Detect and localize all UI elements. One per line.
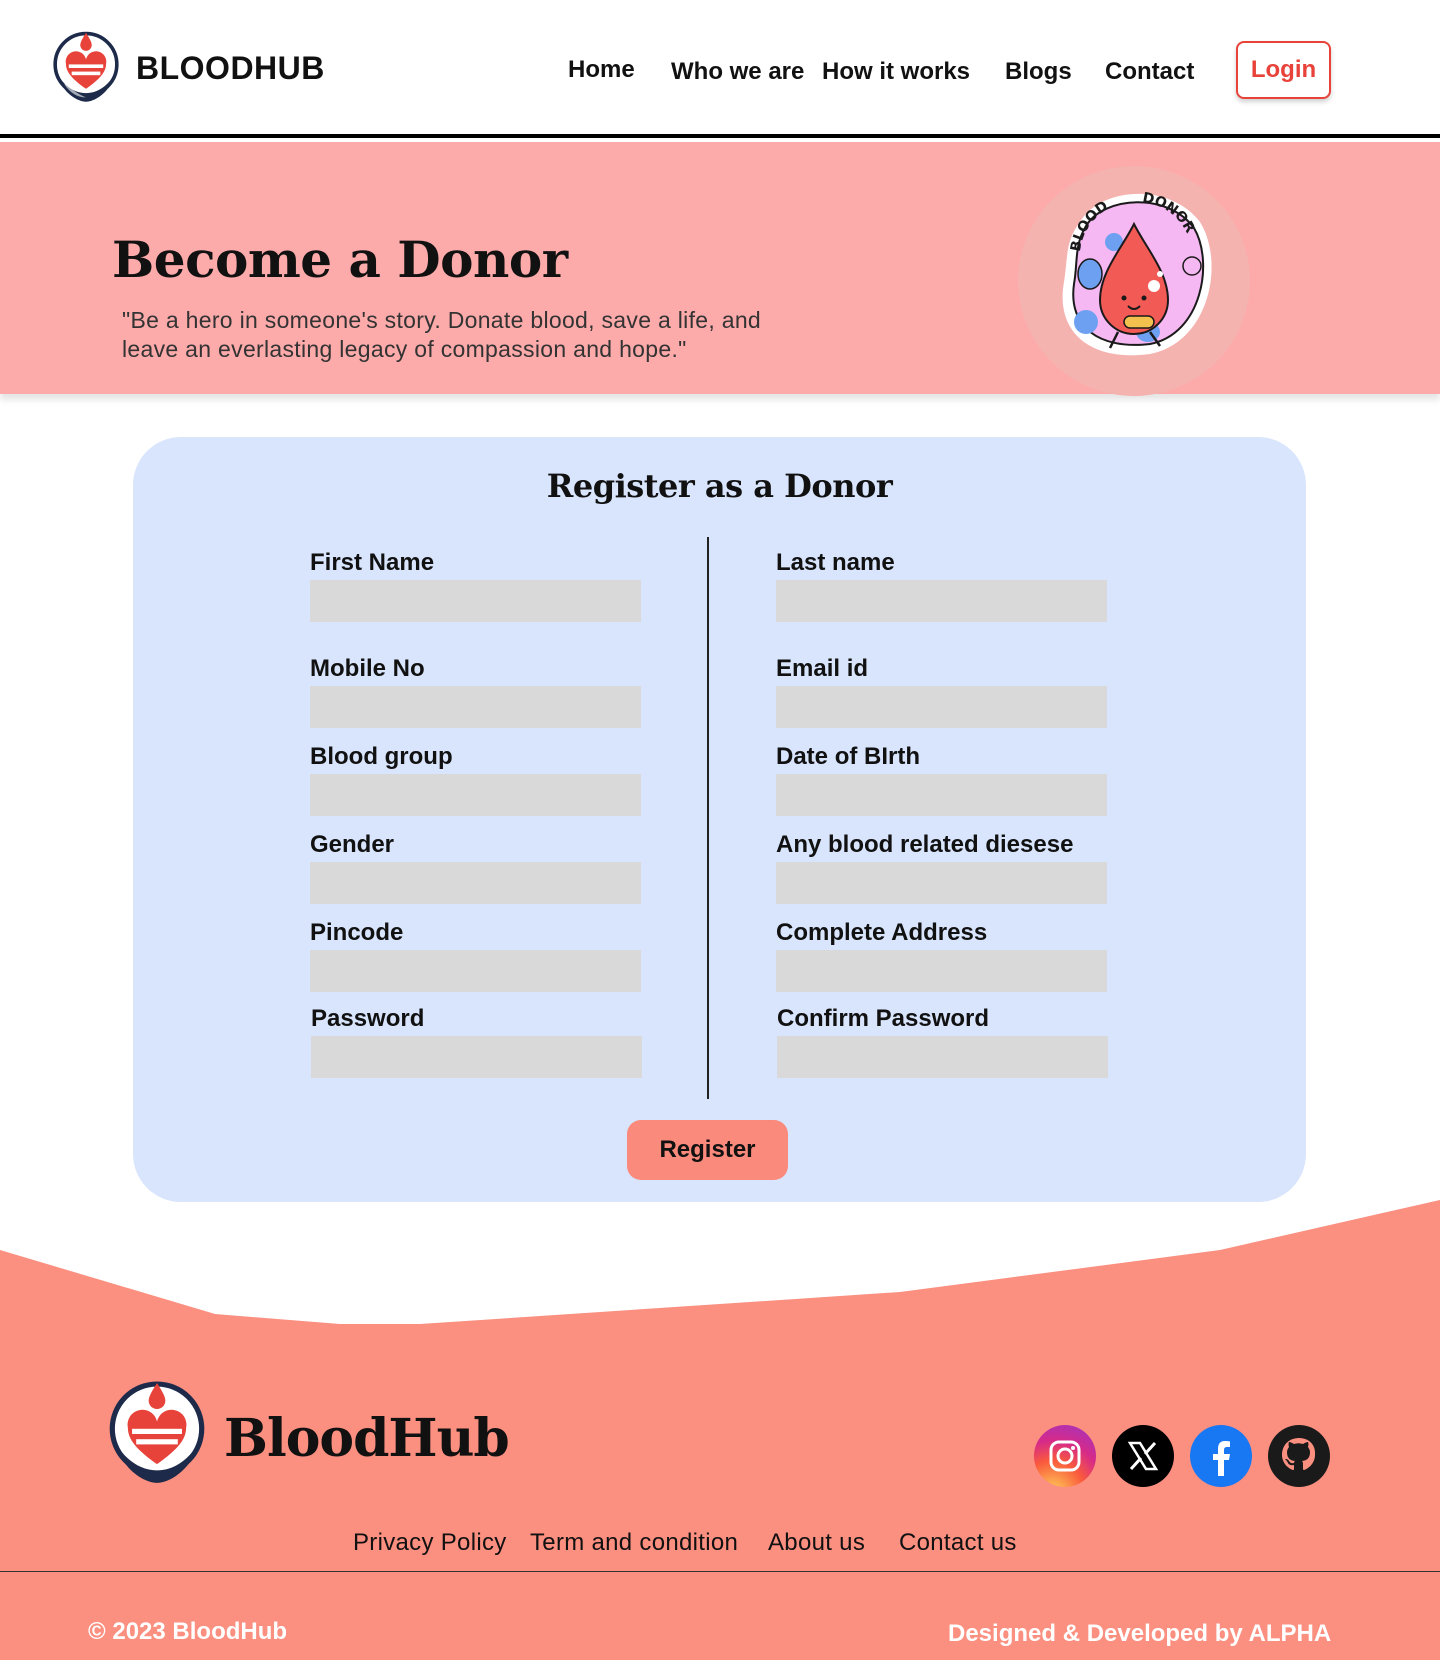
blood-group-field[interactable] [310,774,641,816]
gender-label: Gender [310,831,395,858]
register-title: Register as a Donor [546,467,893,505]
complete-address-label: Complete Address [776,919,988,946]
date-of-birth-label: Date of BIrth [776,743,920,770]
nav-how-it-works[interactable]: How it works [822,58,970,86]
complete-address-field[interactable] [776,950,1107,992]
gender-field[interactable] [310,862,641,904]
mobile-no-field[interactable] [310,686,641,728]
nav-home[interactable]: Home [568,56,635,84]
register-card: Register as a Donor First Name Last name… [133,437,1306,1202]
last-name-field[interactable] [776,580,1107,622]
github-glyph-icon [1282,1438,1316,1470]
bloodhub-logo-icon [53,31,119,102]
github-icon[interactable] [1268,1425,1330,1487]
instagram-icon[interactable] [1034,1425,1096,1487]
hero-banner: Become a Donor "Be a hero in someone's s… [0,142,1440,396]
password-label: Password [311,1005,425,1032]
register-button[interactable]: Register [627,1120,788,1180]
footer-link-contact-us[interactable]: Contact us [899,1529,1017,1557]
email-id-field[interactable] [776,686,1107,728]
hero-quote: "Be a hero in someone's story. Donate bl… [122,307,762,362]
x-icon[interactable] [1112,1425,1174,1487]
date-of-birth-field[interactable] [776,774,1107,816]
column-divider [707,537,709,1099]
facebook-glyph-icon [1213,1441,1230,1476]
footer-link-terms[interactable]: Term and condition [530,1529,738,1557]
footer-link-privacy-policy[interactable]: Privacy Policy [353,1529,507,1557]
first-name-label: First Name [310,549,435,576]
footer-logo-icon [109,1381,205,1483]
login-button[interactable]: Login [1236,41,1331,99]
nav-blogs[interactable]: Blogs [1005,58,1072,86]
blood-group-label: Blood group [310,743,453,770]
pincode-label: Pincode [310,919,404,946]
email-id-label: Email id [776,655,869,682]
brand-name: BLOODHUB [136,49,325,86]
brand[interactable]: BLOODHUB [50,30,325,106]
credit-text: Designed & Developed by ALPHA [948,1620,1332,1647]
blood-disease-field[interactable] [776,862,1107,904]
nav-contact[interactable]: Contact [1105,58,1194,86]
nav-who-we-are[interactable]: Who we are [671,58,804,86]
blood-disease-label: Any blood related diesese [776,831,1074,858]
hero-title: Become a Donor [112,230,568,289]
instagram-glyph-icon [1049,1440,1081,1472]
last-name-label: Last name [776,549,895,576]
pincode-field[interactable] [310,950,641,992]
password-field[interactable] [311,1036,642,1078]
confirm-password-label: Confirm Password [777,1005,990,1032]
x-glyph-icon [1127,1441,1159,1471]
blood-donor-sticker-icon: BLOOD DONOR [1062,190,1212,356]
mobile-no-label: Mobile No [310,655,425,682]
footer-brand-name: BloodHub [224,1408,510,1469]
site-header: BLOODHUB Home Who we are How it works Bl… [0,0,1440,138]
footer-divider [0,1571,1440,1572]
facebook-icon[interactable] [1190,1425,1252,1487]
copyright-text: © 2023 BloodHub [88,1618,288,1645]
first-name-field[interactable] [310,580,641,622]
confirm-password-field[interactable] [777,1036,1108,1078]
footer-link-about-us[interactable]: About us [768,1529,865,1557]
